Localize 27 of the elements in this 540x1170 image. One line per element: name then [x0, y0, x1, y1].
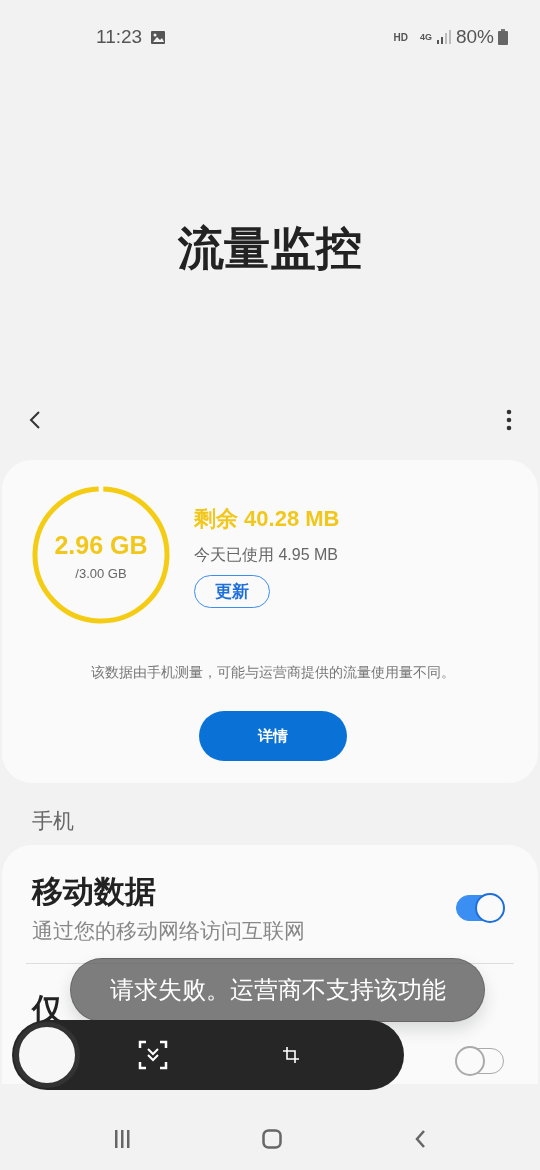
toggle-switch[interactable]: [456, 894, 504, 921]
toast-message: 请求失败。运营商不支持该功能: [70, 958, 485, 1022]
network-type: 4G: [419, 32, 432, 42]
image-icon: [150, 29, 167, 45]
recent-apps-icon[interactable]: [113, 1128, 131, 1149]
hd-indicator: HD: [393, 30, 408, 45]
setting-title: 移动数据: [32, 872, 157, 911]
signal-icon: [435, 29, 452, 45]
battery-icon: [498, 29, 508, 45]
scroll-capture-icon[interactable]: [137, 1040, 168, 1070]
today-usage: 今天已使用 4.95 MB: [194, 544, 339, 565]
more-options-icon[interactable]: [506, 409, 512, 431]
total-amount: /3.00 GB: [75, 565, 127, 583]
details-button[interactable]: 详情: [199, 711, 347, 761]
section-header: 手机: [31, 808, 75, 834]
remaining-amount: 剩余 40.28 MB: [194, 504, 340, 533]
setting-description: 通过您的移动网络访问互联网: [32, 918, 306, 944]
page-title: 流量监控: [177, 221, 363, 276]
back-icon[interactable]: [28, 410, 42, 430]
used-amount: 2.96 GB: [54, 529, 148, 561]
measurement-note: 该数据由手机测量，可能与运营商提供的流量使用量不同。: [90, 663, 456, 682]
status-time: 11:23: [96, 24, 143, 49]
home-icon[interactable]: [262, 1128, 283, 1149]
battery-percent: 80%: [455, 24, 494, 49]
screenshot-thumbnail[interactable]: [14, 1022, 80, 1088]
crop-icon[interactable]: [282, 1047, 299, 1063]
back-icon[interactable]: [414, 1128, 427, 1149]
